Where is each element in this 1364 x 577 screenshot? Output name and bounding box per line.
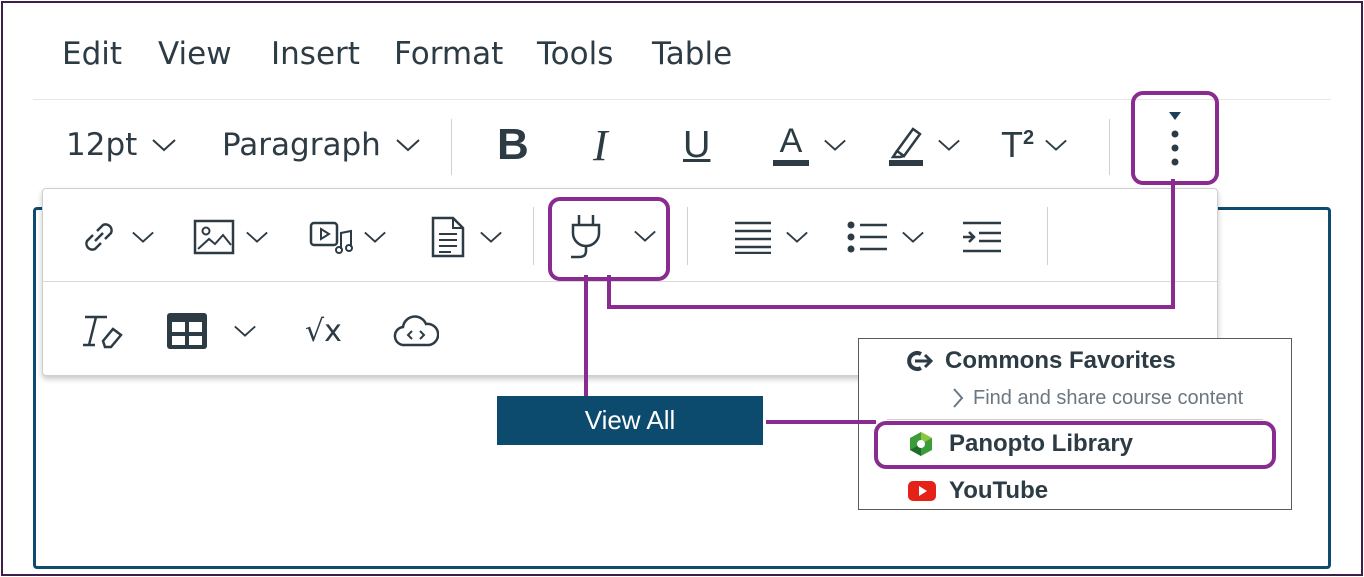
list-button[interactable]	[847, 219, 925, 255]
equation-icon: √x	[305, 313, 342, 349]
connector-line	[766, 420, 876, 424]
chevron-down-icon	[396, 139, 420, 152]
commons-find-item[interactable]: Find and share course content	[859, 383, 1291, 413]
connector-line	[1171, 179, 1175, 309]
more-button-highlight	[1131, 91, 1219, 185]
indent-button[interactable]	[961, 219, 1003, 255]
commons-icon	[907, 351, 933, 371]
bold-icon: B	[497, 120, 529, 169]
italic-button[interactable]: I	[593, 120, 608, 170]
youtube-label: YouTube	[949, 477, 1049, 504]
chevron-down-icon	[938, 139, 960, 151]
document-icon	[431, 216, 465, 258]
link-icon	[85, 223, 113, 251]
clear-format-icon	[83, 315, 123, 349]
chevron-down-icon	[246, 231, 268, 243]
superscript-icon: T2	[1001, 124, 1034, 166]
equation-button[interactable]: √x	[305, 311, 342, 351]
align-icon	[735, 221, 771, 254]
chevron-down-icon	[132, 231, 154, 243]
connector-line	[584, 275, 588, 396]
font-size-value: 12pt	[66, 127, 138, 163]
media-button[interactable]	[309, 217, 387, 257]
image-button[interactable]	[193, 217, 269, 257]
popup-divider	[1047, 207, 1048, 265]
text-color-button[interactable]: A	[773, 121, 847, 169]
commons-favorites-item[interactable]: Commons Favorites	[859, 345, 1291, 377]
commons-find-label: Find and share course content	[973, 386, 1244, 409]
chevron-down-icon	[1045, 139, 1067, 151]
popup-row-divider	[43, 281, 1217, 282]
menubar: Edit View Insert Format Tools Table	[3, 3, 1361, 103]
media-icon	[309, 221, 353, 254]
text-color-swatch	[773, 160, 809, 166]
font-size-select[interactable]: 12pt	[66, 125, 177, 165]
youtube-item[interactable]: YouTube	[859, 475, 1291, 507]
menu-view[interactable]: View	[158, 35, 232, 73]
highlighter-icon	[889, 127, 923, 166]
block-format-select[interactable]: Paragraph	[222, 125, 421, 165]
popup-divider	[687, 207, 688, 265]
chevron-down-icon	[824, 139, 846, 151]
link-button[interactable]	[79, 217, 155, 257]
bold-button[interactable]: B	[497, 120, 529, 169]
align-button[interactable]	[733, 219, 809, 255]
connector-line	[607, 275, 611, 309]
table-icon	[167, 313, 207, 349]
italic-icon: I	[593, 120, 608, 170]
superscript-mark: 2	[1023, 127, 1035, 149]
menu-edit[interactable]: Edit	[62, 35, 122, 73]
screenshot-frame: Edit View Insert Format Tools Table 12pt…	[1, 1, 1363, 576]
menu-insert[interactable]: Insert	[271, 35, 360, 73]
menu-format[interactable]: Format	[394, 35, 503, 73]
popup-divider	[533, 207, 534, 265]
text-color-glyph: A	[779, 122, 803, 160]
document-button[interactable]	[431, 215, 503, 259]
underline-icon: U	[683, 123, 711, 166]
block-format-value: Paragraph	[222, 127, 381, 163]
dropdown-divider	[887, 419, 1263, 420]
connector-line	[607, 305, 1175, 309]
toolbar-divider	[1109, 119, 1110, 175]
underline-button[interactable]: U	[683, 121, 710, 169]
menu-tools[interactable]: Tools	[537, 35, 613, 73]
image-icon	[193, 219, 235, 255]
text-color-icon: A	[773, 124, 809, 166]
chevron-right-icon	[953, 388, 964, 408]
chevron-down-icon	[480, 231, 502, 243]
highlight-color-button[interactable]	[887, 121, 961, 169]
chevron-down-icon	[234, 325, 256, 337]
menu-table[interactable]: Table	[652, 35, 732, 73]
chevron-down-icon	[786, 231, 808, 243]
indent-icon	[963, 221, 1001, 253]
toolbar-divider	[451, 119, 452, 175]
chevron-down-icon	[902, 231, 924, 243]
cloud-embed-button[interactable]	[393, 309, 439, 353]
commons-favorites-label: Commons Favorites	[945, 347, 1176, 374]
table-button[interactable]	[165, 309, 257, 353]
superscript-button[interactable]: T2	[1001, 121, 1068, 169]
chevron-down-icon	[152, 139, 176, 152]
plugin-button-highlight	[548, 197, 670, 281]
chevron-down-icon	[364, 231, 386, 243]
cloud-embed-icon	[393, 315, 439, 347]
clear-formatting-button[interactable]	[81, 311, 123, 351]
youtube-icon	[908, 481, 936, 501]
superscript-glyph: T	[1001, 124, 1023, 165]
list-icon	[847, 221, 887, 253]
view-all-button[interactable]: View All	[497, 396, 763, 445]
panopto-highlight	[874, 421, 1276, 469]
